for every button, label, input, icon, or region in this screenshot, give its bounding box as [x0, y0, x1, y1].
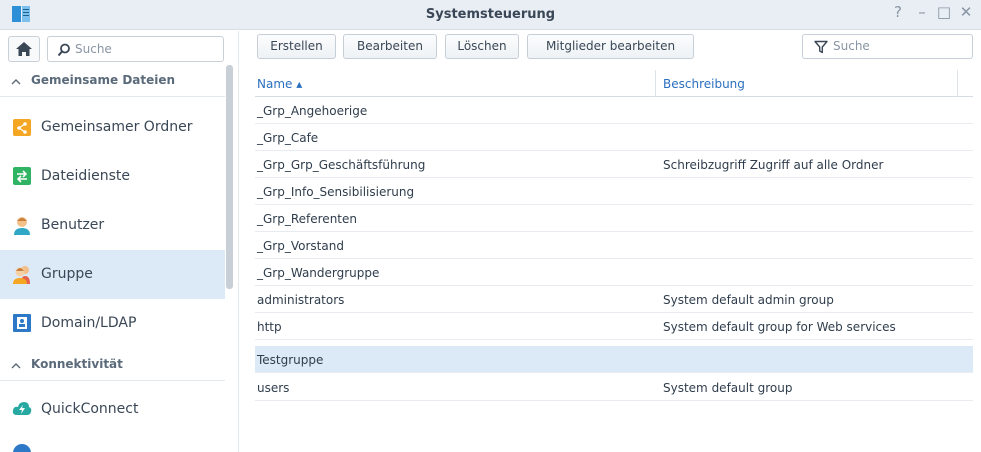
- globe-icon: [13, 444, 31, 452]
- group-name-cell: _Grp_Angehoerige: [257, 104, 368, 118]
- table-row[interactable]: _Grp_Vorstand: [255, 232, 973, 259]
- group-description-cell: System default group: [663, 381, 793, 395]
- group-name-cell: administrators: [257, 293, 345, 307]
- chevron-up-icon: [11, 363, 21, 369]
- table-row[interactable]: _Grp_Cafe: [255, 124, 973, 151]
- group-name-cell: _Grp_Vorstand: [257, 239, 344, 253]
- user-icon: [14, 217, 30, 235]
- group-name-cell: _Grp_Grp_Geschäftsführung: [257, 158, 426, 172]
- table-row[interactable]: _Grp_Angehoerige: [255, 97, 973, 124]
- group-name-cell: Testgruppe: [257, 353, 324, 367]
- shared-folder-icon: [13, 119, 31, 136]
- sidebar-item-label: QuickConnect: [41, 401, 139, 417]
- group-search-input[interactable]: Suche: [802, 34, 973, 59]
- group-icon: [13, 266, 30, 284]
- column-header-description[interactable]: Beschreibung: [663, 77, 745, 91]
- section-label: Gemeinsame Dateien: [31, 73, 176, 87]
- domain-ldap-icon: [13, 314, 31, 332]
- section-label: Konnektivität: [31, 357, 123, 371]
- title-bar: Systemsteuerung ? – □ ✕: [0, 0, 981, 30]
- delete-button[interactable]: Löschen: [445, 34, 519, 59]
- table-row[interactable]: _Grp_Grp_Geschäftsführung Schreibzugriff…: [255, 151, 973, 178]
- group-description-cell: Schreibzugriff Zugriff auf alle Ordner: [663, 158, 884, 172]
- sidebar-item-gruppe[interactable]: Gruppe: [0, 250, 225, 299]
- edit-members-button[interactable]: Mitglieder bearbeiten: [527, 34, 694, 59]
- search-icon: [57, 43, 70, 57]
- close-icon[interactable]: ✕: [957, 3, 975, 21]
- group-name-cell: users: [257, 381, 290, 395]
- table-row[interactable]: users System default group: [255, 374, 973, 401]
- group-description-cell: System default group for Web services: [663, 320, 896, 334]
- help-icon[interactable]: ?: [889, 3, 907, 21]
- sidebar-item-domain-ldap[interactable]: Domain/LDAP: [0, 299, 225, 348]
- sidebar-item-benutzer[interactable]: Benutzer: [0, 201, 225, 250]
- group-name-cell: _Grp_Wandergruppe: [257, 266, 380, 280]
- section-header-gemeinsame-dateien[interactable]: Gemeinsame Dateien: [0, 65, 225, 97]
- table-row[interactable]: _Grp_Wandergruppe: [255, 259, 973, 286]
- sidebar-item-dateidienste[interactable]: Dateidienste: [0, 152, 225, 201]
- sidebar-item-label: Benutzer: [41, 217, 105, 233]
- sidebar: Suche Gemeinsame Dateien Gemeinsamer Ord…: [0, 31, 239, 452]
- sidebar-item-label: Gemeinsamer Ordner: [41, 119, 193, 135]
- filter-icon: [814, 40, 828, 54]
- group-description-cell: System default admin group: [663, 293, 834, 307]
- file-services-icon: [13, 167, 31, 185]
- edit-button[interactable]: Bearbeiten: [343, 34, 437, 59]
- quickconnect-icon: [12, 402, 32, 415]
- group-name-cell: _Grp_Referenten: [257, 212, 357, 226]
- minimize-icon[interactable]: –: [913, 3, 931, 21]
- table-row[interactable]: _Grp_Info_Sensibilisierung: [255, 178, 973, 205]
- table-row[interactable]: _Grp_Referenten: [255, 205, 973, 232]
- group-name-cell: _Grp_Info_Sensibilisierung: [257, 185, 415, 199]
- table-header: Name ▴ Beschreibung: [255, 70, 973, 97]
- sidebar-item-label: Dateidienste: [41, 168, 131, 184]
- chevron-up-icon: [11, 79, 21, 85]
- maximize-icon[interactable]: □: [935, 3, 953, 21]
- home-icon: [16, 42, 32, 56]
- table-row-selected[interactable]: Testgruppe: [255, 346, 973, 373]
- group-name-cell: http: [257, 320, 282, 334]
- sidebar-item-quickconnect[interactable]: QuickConnect: [0, 385, 225, 434]
- group-name-cell: _Grp_Cafe: [257, 131, 319, 145]
- sidebar-item-label: Gruppe: [41, 266, 93, 282]
- sidebar-search-input[interactable]: Suche: [47, 36, 224, 62]
- column-divider[interactable]: [957, 70, 958, 97]
- window-title: Systemsteuerung: [425, 7, 556, 22]
- create-button[interactable]: Erstellen: [257, 34, 336, 59]
- sidebar-item-label: Domain/LDAP: [41, 315, 137, 331]
- section-header-konnektivitaet[interactable]: Konnektivität: [0, 349, 225, 381]
- table-row[interactable]: administrators System default admin grou…: [255, 286, 973, 313]
- group-search-placeholder: Suche: [833, 39, 870, 53]
- sidebar-scrollbar[interactable]: [226, 65, 233, 289]
- column-header-name[interactable]: Name ▴: [257, 77, 302, 91]
- sidebar-search-placeholder: Suche: [75, 42, 112, 56]
- sidebar-item-gemeinsamer-ordner[interactable]: Gemeinsamer Ordner: [0, 103, 225, 152]
- table-row[interactable]: http System default group for Web servic…: [255, 313, 973, 340]
- toolbar: Erstellen Bearbeiten Löschen Mitglieder …: [240, 31, 981, 67]
- column-divider[interactable]: [655, 70, 656, 97]
- home-button[interactable]: [8, 36, 40, 62]
